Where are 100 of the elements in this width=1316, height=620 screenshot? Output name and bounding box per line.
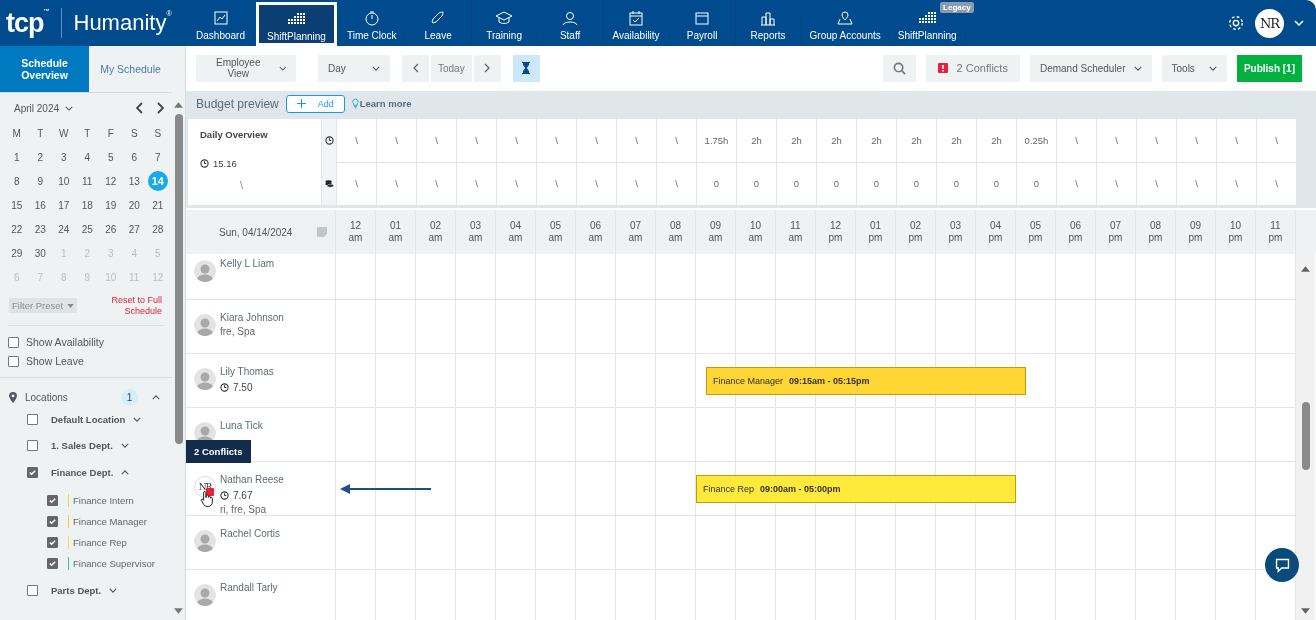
checkbox[interactable] bbox=[47, 494, 58, 506]
sidebar-tab[interactable]: Schedule Overview bbox=[0, 46, 89, 92]
checkbox[interactable] bbox=[27, 585, 38, 597]
weekday-label: T bbox=[36, 126, 45, 141]
calendar-day[interactable]: 18 bbox=[77, 195, 98, 215]
calendar-day[interactable]: 25 bbox=[77, 219, 98, 239]
nav-item[interactable]: Group Accounts bbox=[801, 0, 890, 46]
next-month-icon[interactable] bbox=[156, 102, 164, 114]
calendar-day[interactable]: 20 bbox=[124, 195, 145, 215]
calendar-day[interactable]: 28 bbox=[147, 219, 168, 239]
hours-cell: \ bbox=[1097, 119, 1136, 162]
checkbox[interactable] bbox=[47, 515, 58, 527]
calendar-day[interactable]: 5 bbox=[100, 147, 121, 167]
locations-label: Locations bbox=[25, 391, 68, 403]
scroll-down-icon[interactable] bbox=[174, 608, 183, 614]
employee-name[interactable]: Nathan Reese bbox=[220, 474, 284, 485]
caret-icon[interactable] bbox=[121, 469, 130, 475]
checkbox[interactable] bbox=[27, 440, 38, 452]
nav-item[interactable]: Payroll bbox=[669, 0, 736, 46]
hours-cell: \ bbox=[457, 119, 496, 162]
calendar-day[interactable]: 3 bbox=[53, 147, 74, 167]
month-picker[interactable]: April 2024 bbox=[5, 102, 74, 114]
checkbox[interactable] bbox=[27, 413, 38, 425]
tools-dropdown[interactable]: Tools bbox=[1161, 54, 1227, 82]
employee-name[interactable]: Rachel Cortis bbox=[220, 528, 281, 539]
calendar-day[interactable]: 26 bbox=[100, 219, 121, 239]
calendar-day[interactable]: 2 bbox=[30, 147, 51, 167]
employee-name[interactable]: Kiara Johnson bbox=[220, 312, 284, 323]
employee-name[interactable]: Randall Tarly bbox=[220, 582, 278, 593]
calendar-day[interactable]: 6 bbox=[124, 147, 145, 167]
conflicts-button[interactable]: 2 Conflicts bbox=[925, 54, 1020, 82]
calendar-day[interactable]: 1 bbox=[6, 147, 27, 167]
scroll-up-icon[interactable] bbox=[1301, 266, 1310, 272]
caret-icon[interactable] bbox=[109, 588, 118, 594]
nav-item[interactable]: ShiftPlanning bbox=[256, 2, 337, 46]
calendar-day[interactable]: 24 bbox=[53, 219, 74, 239]
checkbox[interactable] bbox=[8, 355, 19, 367]
hours-cell: 0.25h bbox=[1017, 119, 1056, 162]
checkbox[interactable] bbox=[47, 536, 58, 548]
calendar-day[interactable]: 15 bbox=[6, 195, 27, 215]
employee-name[interactable]: Lily Thomas bbox=[220, 366, 274, 377]
position-name: Finance Rep bbox=[73, 536, 127, 548]
scrollbar-thumb[interactable] bbox=[174, 114, 183, 444]
shift-block[interactable]: Finance Rep 09:00am - 05:00pm bbox=[696, 475, 1016, 503]
calendar-day[interactable]: 7 bbox=[147, 147, 168, 167]
weekday-label: M bbox=[11, 126, 22, 141]
checkbox[interactable] bbox=[47, 557, 58, 569]
previous-month-icon[interactable] bbox=[136, 102, 144, 114]
employee-name[interactable]: Luna Tick bbox=[220, 420, 263, 431]
hour-label: 09 am bbox=[707, 220, 724, 244]
conflicts-tooltip: 2 Conflicts bbox=[186, 440, 251, 463]
calendar-day[interactable]: 29 bbox=[6, 243, 27, 263]
calendar-day[interactable]: 4 bbox=[77, 147, 98, 167]
demand-scheduler-dropdown[interactable]: Demand Scheduler bbox=[1029, 54, 1152, 82]
shift-block[interactable]: Finance Manager 09:15am - 05:15pm bbox=[706, 367, 1026, 395]
scroll-down-icon[interactable] bbox=[1301, 608, 1310, 614]
hours-cell: \ bbox=[377, 119, 416, 162]
calendar-day[interactable]: 13 bbox=[124, 171, 145, 191]
calendar-day[interactable]: 9 bbox=[30, 171, 51, 191]
calendar-day[interactable]: 22 bbox=[6, 219, 27, 239]
nav-item[interactable]: Availability bbox=[603, 0, 670, 46]
calendar-day[interactable]: 23 bbox=[30, 219, 51, 239]
checkbox[interactable] bbox=[8, 336, 19, 348]
scroll-up-icon[interactable] bbox=[174, 102, 183, 108]
nav-item[interactable]: Dashboard bbox=[188, 0, 254, 46]
range-dropdown[interactable]: Day bbox=[318, 54, 390, 82]
search-button[interactable] bbox=[882, 54, 916, 82]
caret-icon[interactable] bbox=[120, 443, 129, 449]
learn-more-link[interactable]: Learn more bbox=[351, 98, 412, 109]
calendar-day[interactable]: 17 bbox=[53, 195, 74, 215]
chat-button[interactable] bbox=[1265, 548, 1299, 582]
caret-icon[interactable] bbox=[152, 394, 160, 400]
weekday-label: T bbox=[83, 126, 92, 141]
calendar-day[interactable]: 19 bbox=[100, 195, 121, 215]
employee-name[interactable]: Kelly L Liam bbox=[220, 258, 275, 269]
calendar-day[interactable]: 12 bbox=[100, 171, 121, 191]
nav-item[interactable]: Training bbox=[471, 0, 538, 46]
calendar-day[interactable]: 11 bbox=[77, 171, 98, 191]
timer-toggle[interactable] bbox=[512, 54, 540, 82]
cost-cell: 0 bbox=[817, 162, 856, 205]
settings-icon[interactable] bbox=[1227, 14, 1245, 32]
nav-item[interactable]: Reports bbox=[735, 0, 802, 46]
view-dropdown[interactable]: Employee View bbox=[196, 54, 296, 82]
position-name: Finance Manager bbox=[73, 515, 147, 527]
conflict-badge[interactable] bbox=[206, 488, 214, 496]
calendar-day[interactable]: 27 bbox=[124, 219, 145, 239]
user-avatar[interactable]: NR bbox=[1255, 8, 1284, 38]
caret-icon[interactable] bbox=[133, 416, 142, 422]
nav-item[interactable]: Leave bbox=[405, 0, 472, 46]
checkbox[interactable] bbox=[27, 466, 38, 478]
reset-link[interactable]: Reset to Full Schedule bbox=[92, 295, 162, 317]
today-button[interactable]: Today bbox=[431, 54, 472, 82]
nav-item[interactable]: Time Clock bbox=[338, 0, 406, 46]
scrollbar-thumb[interactable] bbox=[1301, 402, 1310, 470]
nav-item[interactable]: Staff bbox=[537, 0, 604, 46]
calendar-day[interactable]: 21 bbox=[147, 195, 168, 215]
calendar-day[interactable]: 10 bbox=[53, 171, 74, 191]
calendar-day[interactable]: 16 bbox=[30, 195, 51, 215]
calendar-day[interactable]: 8 bbox=[6, 171, 27, 191]
calendar-day[interactable]: 30 bbox=[30, 243, 51, 263]
